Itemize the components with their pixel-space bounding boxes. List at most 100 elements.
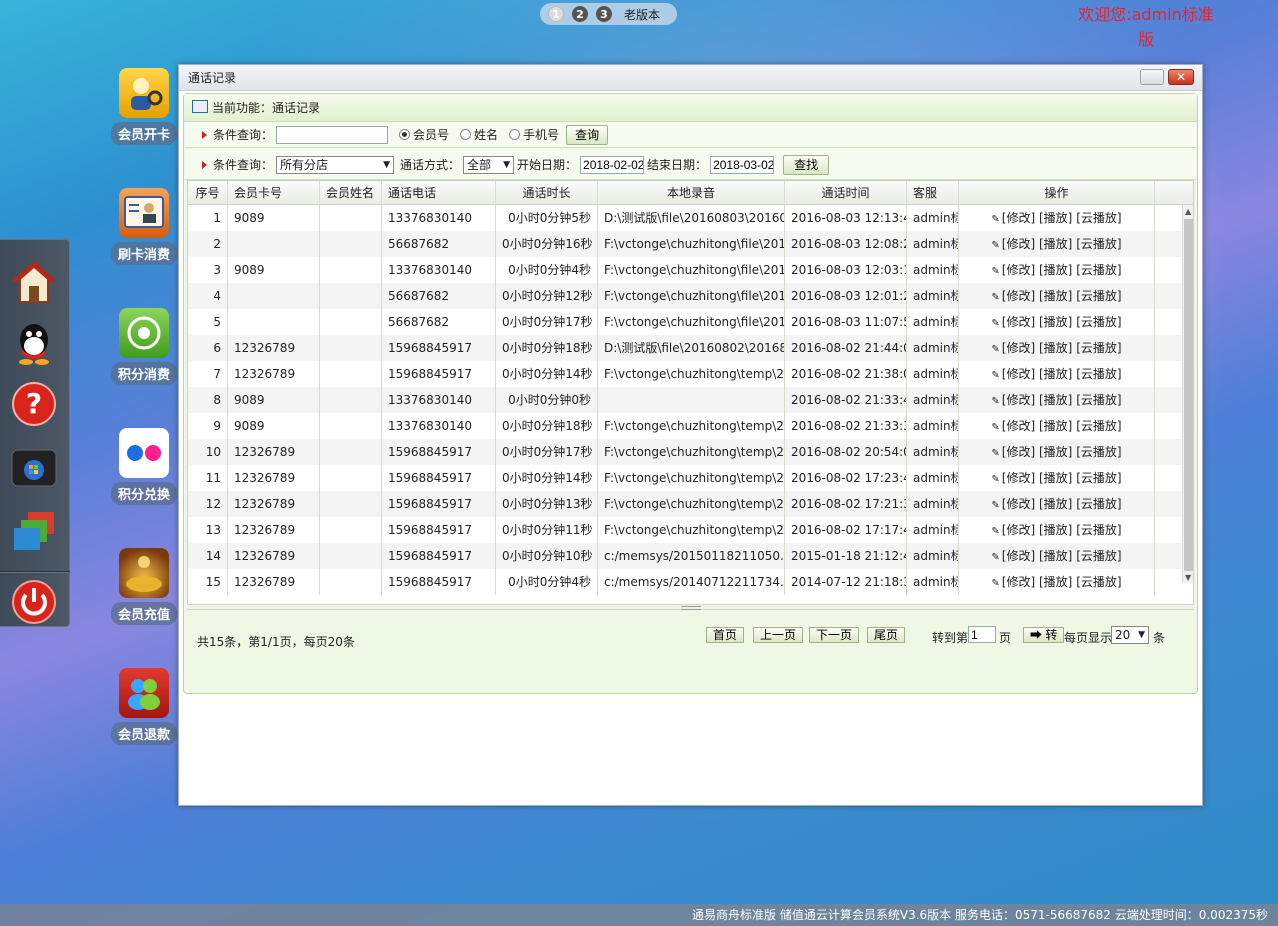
splitter-handle[interactable]: [187, 604, 1194, 610]
desktop-page-1[interactable]: 1: [548, 6, 564, 22]
start-date-input[interactable]: [580, 155, 645, 174]
table-row[interactable]: 2 56687682 0小时0分钟16秒 F:\vctonge\chuzhitong\…: [188, 231, 1193, 257]
last-page-button[interactable]: 尾页: [867, 627, 906, 643]
radio-phone[interactable]: [509, 129, 521, 140]
goto-page-input[interactable]: [968, 626, 996, 643]
play-link[interactable]: [播放]: [1039, 549, 1072, 563]
table-row[interactable]: 6 12326789 15968845917 0小时0分钟18秒 D:\测试版\file…: [188, 335, 1193, 361]
query-button[interactable]: 查询: [566, 124, 609, 145]
cloud-play-link[interactable]: [云播放]: [1076, 237, 1121, 251]
cloud-play-link[interactable]: [云播放]: [1076, 315, 1121, 329]
desktop-icon-points-exchange[interactable]: 积分兑换: [108, 428, 180, 505]
table-row[interactable]: 12 12326789 15968845917 0小时0分钟13秒 F:\vctonge…: [188, 491, 1193, 517]
scroll-thumb[interactable]: [1184, 219, 1193, 571]
edit-link[interactable]: [修改]: [1002, 237, 1035, 251]
vertical-scrollbar[interactable]: ▲ ▼: [1182, 205, 1193, 583]
radio-name[interactable]: [460, 129, 472, 140]
windows-stack-icon[interactable]: [10, 508, 58, 556]
old-version-link[interactable]: 老版本: [624, 6, 660, 23]
desktop-icon-member-card[interactable]: 会员开卡: [108, 68, 180, 145]
windows-icon[interactable]: [10, 444, 58, 492]
col-header[interactable]: 通话时间: [785, 181, 907, 204]
end-date-input[interactable]: [710, 155, 775, 174]
cloud-play-link[interactable]: [云播放]: [1076, 523, 1121, 537]
table-row[interactable]: 10 12326789 15968845917 0小时0分钟17秒 F:\vctonge…: [188, 439, 1193, 465]
edit-link[interactable]: [修改]: [1002, 549, 1035, 563]
edit-link[interactable]: [修改]: [1002, 341, 1035, 355]
scroll-up-icon[interactable]: ▲: [1185, 207, 1191, 216]
call-type-select[interactable]: 全部: [463, 155, 515, 174]
scroll-down-icon[interactable]: ▼: [1185, 573, 1191, 582]
table-row[interactable]: 3 9089 13376830140 0小时0分钟4秒 F:\vctonge\chuzh…: [188, 257, 1193, 283]
table-row[interactable]: 4 56687682 0小时0分钟12秒 F:\vctonge\chuzhitong\…: [188, 283, 1193, 309]
help-icon[interactable]: ?: [10, 380, 58, 428]
col-header[interactable]: 会员姓名: [320, 181, 382, 204]
col-header[interactable]: 本地录音: [598, 181, 785, 204]
play-link[interactable]: [播放]: [1039, 211, 1072, 225]
cloud-play-link[interactable]: [云播放]: [1076, 263, 1121, 277]
cloud-play-link[interactable]: [云播放]: [1076, 497, 1121, 511]
play-link[interactable]: [播放]: [1039, 263, 1072, 277]
cloud-play-link[interactable]: [云播放]: [1076, 341, 1121, 355]
radio-member-no[interactable]: [399, 129, 411, 140]
table-row[interactable]: 7 12326789 15968845917 0小时0分钟14秒 F:\vctonge\…: [188, 361, 1193, 387]
per-page-select[interactable]: 20: [1111, 626, 1149, 644]
edit-link[interactable]: [修改]: [1002, 315, 1035, 329]
table-row[interactable]: 8 9089 13376830140 0小时0分钟0秒 2016-08-02 21:33…: [188, 387, 1193, 413]
prev-page-button[interactable]: 上一页: [753, 627, 804, 643]
play-link[interactable]: [播放]: [1039, 393, 1072, 407]
cloud-play-link[interactable]: [云播放]: [1076, 289, 1121, 303]
close-button[interactable]: ✕: [1168, 69, 1194, 85]
edit-link[interactable]: [修改]: [1002, 211, 1035, 225]
window-titlebar[interactable]: 通话记录 ✕: [179, 65, 1202, 91]
edit-link[interactable]: [修改]: [1002, 497, 1035, 511]
cloud-play-link[interactable]: [云播放]: [1076, 211, 1121, 225]
play-link[interactable]: [播放]: [1039, 341, 1072, 355]
desktop-icon-swipe-card[interactable]: 刷卡消费: [108, 188, 180, 265]
table-row[interactable]: 9 9089 13376830140 0小时0分钟18秒 F:\vctonge\chuz…: [188, 413, 1193, 439]
home-icon[interactable]: [10, 258, 58, 306]
cloud-play-link[interactable]: [云播放]: [1076, 471, 1121, 485]
find-button[interactable]: 查找: [783, 154, 830, 175]
branch-select[interactable]: 所有分店: [276, 155, 395, 174]
cloud-play-link[interactable]: [云播放]: [1076, 393, 1121, 407]
cloud-play-link[interactable]: [云播放]: [1076, 445, 1121, 459]
cloud-play-link[interactable]: [云播放]: [1076, 549, 1121, 563]
desktop-icon-recharge[interactable]: 会员充值: [108, 548, 180, 625]
cloud-play-link[interactable]: [云播放]: [1076, 419, 1121, 433]
col-header[interactable]: 操作: [959, 181, 1155, 204]
table-row[interactable]: 11 12326789 15968845917 0小时0分钟14秒 F:\vctonge…: [188, 465, 1193, 491]
cloud-play-link[interactable]: [云播放]: [1076, 367, 1121, 381]
edit-link[interactable]: [修改]: [1002, 523, 1035, 537]
play-link[interactable]: [播放]: [1039, 237, 1072, 251]
play-link[interactable]: [播放]: [1039, 497, 1072, 511]
first-page-button[interactable]: 首页: [706, 627, 745, 643]
table-row[interactable]: 15 12326789 15968845917 0小时0分钟4秒 c:/memsys/2…: [188, 569, 1193, 595]
qq-icon[interactable]: [10, 318, 58, 366]
play-link[interactable]: [播放]: [1039, 523, 1072, 537]
col-header[interactable]: 通话时长: [496, 181, 598, 204]
table-row[interactable]: 5 56687682 0小时0分钟17秒 F:\vctonge\chuzhitong\…: [188, 309, 1193, 335]
desktop-icon-refund[interactable]: 会员退款: [108, 668, 180, 745]
play-link[interactable]: [播放]: [1039, 471, 1072, 485]
col-header[interactable]: 通话电话: [382, 181, 496, 204]
desktop-icon-points-consume[interactable]: 积分消费: [108, 308, 180, 385]
next-page-button[interactable]: 下一页: [809, 627, 860, 643]
col-header[interactable]: 序号: [188, 181, 228, 204]
desktop-page-3[interactable]: 3: [596, 6, 612, 22]
play-link[interactable]: [播放]: [1039, 367, 1072, 381]
play-link[interactable]: [播放]: [1039, 575, 1072, 589]
edit-link[interactable]: [修改]: [1002, 367, 1035, 381]
desktop-page-2[interactable]: 2: [572, 6, 588, 22]
table-row[interactable]: 13 12326789 15968845917 0小时0分钟11秒 F:\vctonge…: [188, 517, 1193, 543]
edit-link[interactable]: [修改]: [1002, 445, 1035, 459]
edit-link[interactable]: [修改]: [1002, 575, 1035, 589]
play-link[interactable]: [播放]: [1039, 289, 1072, 303]
play-link[interactable]: [播放]: [1039, 315, 1072, 329]
col-header[interactable]: 客服: [907, 181, 959, 204]
edit-link[interactable]: [修改]: [1002, 289, 1035, 303]
play-link[interactable]: [播放]: [1039, 419, 1072, 433]
power-icon[interactable]: [10, 578, 58, 626]
maximize-button[interactable]: [1140, 69, 1164, 85]
cloud-play-link[interactable]: [云播放]: [1076, 575, 1121, 589]
